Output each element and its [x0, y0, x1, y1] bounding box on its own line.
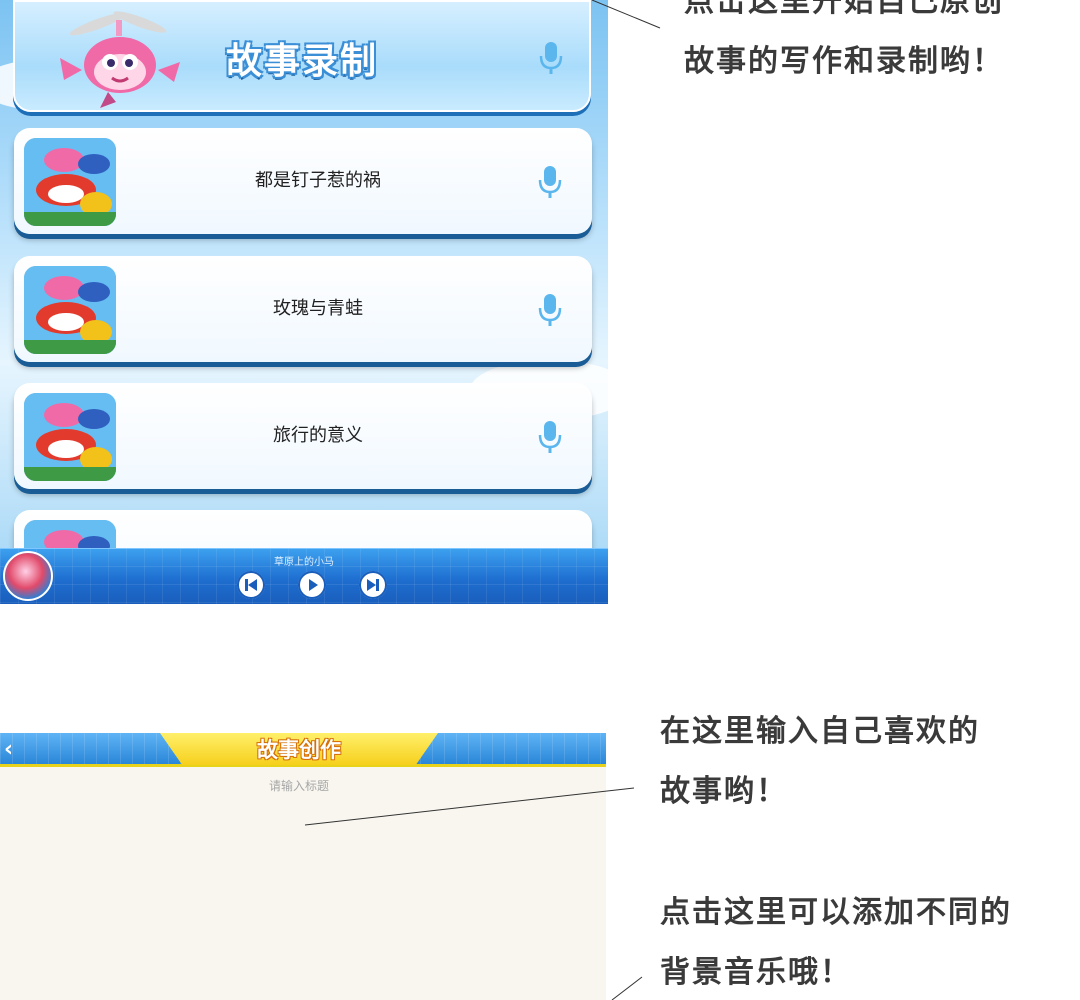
microphone-icon[interactable] — [538, 292, 562, 328]
nav-bar: ‹ 故事创作 — [0, 733, 606, 767]
super-wings-cover-icon — [24, 393, 116, 481]
super-wings-cover-icon — [24, 138, 116, 226]
story-thumbnail — [24, 138, 116, 226]
microphone-icon[interactable] — [539, 40, 563, 76]
annotation-start-creation: 点击这里开始自己原创 故事的写作和录制哟！ — [684, 0, 1004, 92]
microphone-icon[interactable] — [538, 164, 562, 200]
story-thumbnail — [24, 266, 116, 354]
annotation-line: 故事哟！ — [660, 774, 788, 809]
now-playing-title: 草原上的小马 — [274, 557, 334, 568]
story-title-input[interactable] — [160, 777, 438, 795]
super-wings-cover-icon — [24, 266, 116, 354]
back-arrow-icon[interactable]: ‹ — [4, 737, 26, 763]
page-title: 故事创作 — [257, 738, 341, 762]
previous-track-icon[interactable] — [237, 571, 265, 599]
story-title: 玫瑰与青蛙 — [273, 298, 363, 319]
microphone-icon[interactable] — [538, 419, 562, 455]
annotation-line: 点击这里开始自己原创 — [684, 0, 1004, 19]
story-item[interactable]: 玫瑰与青蛙 — [14, 256, 592, 362]
record-story-title: 故事录制 — [225, 41, 378, 82]
leader-line-bottom — [611, 976, 643, 1000]
annotation-line: 点击这里可以添加不同的 — [660, 895, 1012, 930]
annotation-line: 故事的写作和录制哟！ — [684, 44, 1004, 79]
record-story-header-button[interactable]: 故事录制 — [13, 0, 591, 112]
annotation-input-story: 在这里输入自己喜欢的 故事哟！ — [660, 702, 980, 822]
story-content-textarea[interactable] — [0, 805, 606, 1000]
story-item[interactable]: 旅行的意义 — [14, 383, 592, 489]
annotation-line: 背景音乐哦！ — [660, 955, 852, 990]
story-item[interactable]: 都是钉子惹的祸 — [14, 128, 592, 234]
audio-player-bar: 草原上的小马 — [0, 548, 608, 604]
play-icon[interactable] — [298, 571, 326, 599]
annotation-background-music: 点击这里可以添加不同的 背景音乐哦！ — [660, 883, 1012, 1000]
next-track-icon[interactable] — [359, 571, 387, 599]
story-recording-screen: 故事录制 都是钉子惹的祸 玫瑰与青蛙 旅行的意义 草原上的小马 — [0, 0, 608, 604]
story-title: 都是钉子惹的祸 — [255, 170, 381, 191]
story-creation-screen: ‹ 故事创作 — [0, 733, 606, 1000]
story-title: 旅行的意义 — [273, 425, 363, 446]
story-thumbnail — [24, 393, 116, 481]
annotation-line: 在这里输入自己喜欢的 — [660, 714, 980, 749]
